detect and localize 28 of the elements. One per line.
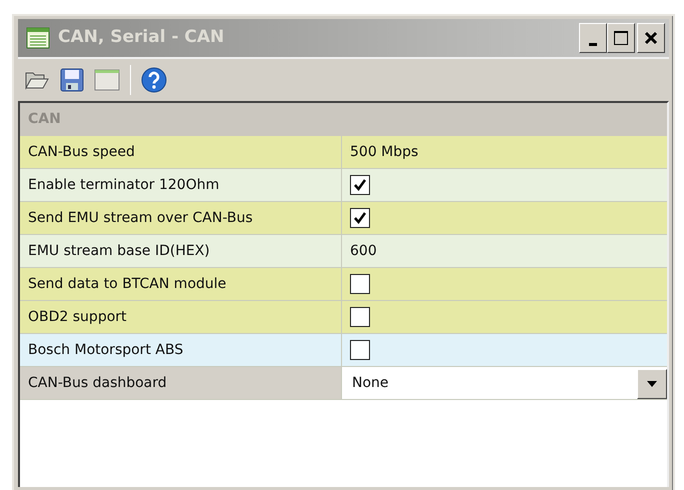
- property-value: 500 Mbps: [350, 142, 418, 162]
- property-label: Send data to BTCAN module: [20, 268, 342, 300]
- property-label: Enable terminator 120Ohm: [20, 169, 342, 201]
- close-button[interactable]: [637, 23, 665, 53]
- minimize-button[interactable]: [579, 23, 607, 53]
- window-icon[interactable]: [94, 69, 120, 91]
- minimize-icon: [589, 42, 597, 46]
- checkbox[interactable]: [350, 274, 370, 294]
- section-header: CAN: [20, 103, 667, 136]
- help-icon[interactable]: [141, 67, 167, 93]
- maximize-button[interactable]: [607, 23, 635, 53]
- close-icon: [644, 31, 658, 45]
- checkbox[interactable]: [350, 307, 370, 327]
- property-label: EMU stream base ID(HEX): [20, 235, 342, 267]
- maximize-icon: [613, 30, 629, 46]
- checkbox[interactable]: [350, 175, 370, 195]
- checkbox[interactable]: [350, 208, 370, 228]
- property-value: 600: [350, 242, 377, 260]
- table-icon: [26, 27, 50, 49]
- save-icon[interactable]: [60, 68, 84, 92]
- caret-icon: [646, 380, 658, 388]
- property-label: OBD2 support: [20, 301, 342, 333]
- property-label: CAN-Bus dashboard: [20, 367, 342, 399]
- property-label: Send EMU stream over CAN-Bus: [20, 202, 342, 234]
- window-title: CAN, Serial - CAN: [58, 26, 226, 50]
- property-label: Bosch Motorsport ABS: [20, 334, 342, 366]
- checkbox[interactable]: [350, 340, 370, 360]
- property-label: CAN-Bus speed: [20, 136, 342, 168]
